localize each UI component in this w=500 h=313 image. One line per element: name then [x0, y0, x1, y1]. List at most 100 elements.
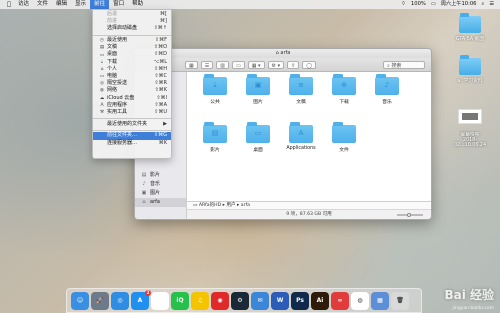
- apple-icon[interactable]: : [4, 1, 14, 8]
- shortcut-label: ⇧⌘C: [154, 73, 167, 79]
- go-menu-item-label: 应用程序: [107, 101, 128, 108]
- slider-knob[interactable]: [407, 212, 411, 217]
- go-menu-item[interactable]: 前往文件夹… ⇧⌘G: [93, 132, 171, 140]
- go-menu-item[interactable]: ⇣ 下载 ⌥⌘L: [93, 59, 171, 66]
- dock-photoshop-icon[interactable]: Ps: [291, 291, 309, 310]
- go-menu-item[interactable]: 最近使用的文件夹 ▶: [93, 121, 171, 128]
- menu-view[interactable]: 显示: [71, 0, 90, 9]
- go-menu-item-label: 选择启动磁盘: [107, 25, 138, 32]
- dock-iqiyi-icon[interactable]: iQ: [171, 291, 189, 310]
- folder-item-desktop[interactable]: ▭ 桌面: [238, 122, 278, 153]
- go-menu-item[interactable]: ▤ 文稿 ⇧⌘O: [93, 44, 171, 51]
- folder-icon: ⊕: [332, 74, 356, 95]
- go-menu-item[interactable]: ▭ 桌面 ⇧⌘D: [93, 51, 171, 58]
- gallery-view-button[interactable]: ▭: [231, 60, 245, 69]
- clock[interactable]: 周六上午10:06: [441, 0, 477, 9]
- folder-icon: ▤: [203, 122, 227, 143]
- dock-trash-icon[interactable]: 🗑: [391, 291, 409, 310]
- shortcut-label: ⌘K: [158, 139, 167, 146]
- battery-percent[interactable]: 100%: [411, 0, 426, 9]
- go-menu-item[interactable]: ▭ 电脑 ⇧⌘C: [93, 73, 171, 80]
- folder-label: 下载: [339, 100, 349, 105]
- wifi-icon[interactable]: ⌔: [401, 0, 406, 9]
- screenshot-thumbnail-icon: [458, 109, 482, 124]
- dock-word-icon[interactable]: W: [271, 291, 289, 310]
- icon-view-button[interactable]: ▦: [185, 60, 198, 69]
- menu-edit[interactable]: 编辑: [52, 0, 71, 9]
- go-menu-item-label: 连接服务器…: [107, 139, 138, 146]
- shortcut-label: ⇧⌘F: [154, 37, 167, 44]
- folder-item-files[interactable]: 文件: [324, 122, 364, 153]
- dock-launchpad-icon[interactable]: 🚀: [91, 291, 109, 310]
- folder-label: 音乐: [382, 100, 392, 105]
- computer-icon: ▭: [99, 74, 105, 80]
- blank-icon: [99, 122, 105, 127]
- dock-app-store-icon[interactable]: A: [131, 289, 151, 310]
- folder-item-documents[interactable]: ≡ 文稿: [281, 74, 321, 105]
- go-menu-item[interactable]: ◍ 网络 ⇧⌘K: [93, 87, 171, 94]
- search-field[interactable]: ⌕ 搜索: [383, 60, 425, 69]
- icon-size-slider[interactable]: [397, 212, 423, 217]
- sidebar-item[interactable]: [135, 162, 186, 171]
- tag-button[interactable]: ◯: [302, 60, 316, 69]
- go-menu-item[interactable]: ⚒ 实用工具 ⇧⌘U: [93, 109, 171, 116]
- path-bar[interactable]: ▭ ARfa的HD ▸ 用户 ▸ arfa: [187, 201, 431, 209]
- music-icon: ♪: [142, 181, 146, 187]
- dock-calendar-icon[interactable]: [151, 291, 169, 310]
- go-menu-item[interactable]: 选择启动磁盘 ⇧⌘↑: [93, 25, 171, 32]
- desktop-item-gta[interactable]: GTA 5A 截图: [450, 13, 490, 42]
- watermark-url: jingyan.baidu.com: [452, 306, 494, 311]
- go-menu-item[interactable]: ☁ iCloud 云盘 ⇧⌘I: [93, 95, 171, 102]
- folder-icon: ▣: [246, 74, 270, 95]
- dock-netease-music-icon[interactable]: ◉: [211, 291, 229, 310]
- menu-go[interactable]: 前往: [90, 0, 110, 9]
- dock-creative-cloud-icon[interactable]: ∞: [331, 291, 349, 310]
- action-button[interactable]: ⚙ ▾: [267, 60, 285, 69]
- sidebar-item-pictures[interactable]: ▣ 图片: [135, 189, 186, 198]
- share-button[interactable]: ⇪: [287, 60, 300, 69]
- dock-qq-music-icon[interactable]: ♫: [191, 291, 209, 310]
- search-icon[interactable]: ⌕: [481, 0, 484, 9]
- dock-finder-icon[interactable]: ☺: [71, 291, 89, 310]
- dock-illustrator-icon[interactable]: Ai: [311, 291, 329, 310]
- go-menu-item[interactable]: ◎ 隔空投送 ⇧⌘R: [93, 80, 171, 87]
- dock-steam-icon[interactable]: ⚙: [231, 291, 249, 310]
- menu-help[interactable]: 帮助: [128, 0, 147, 9]
- dock-preview-icon[interactable]: ▦: [371, 291, 389, 310]
- dock-mail-icon[interactable]: ✉: [251, 291, 269, 310]
- folder-item-pictures[interactable]: ▣ 图片: [238, 74, 278, 105]
- sidebar-item-home[interactable]: ⌂ arfa: [135, 198, 186, 207]
- list-view-button[interactable]: ☰: [200, 60, 214, 69]
- sidebar-item-music[interactable]: ♪ 音乐: [135, 180, 186, 189]
- menu-finder[interactable]: 访达: [14, 0, 33, 9]
- menu-separator: [93, 118, 171, 119]
- folder-item-downloads[interactable]: ⊕ 下载: [324, 74, 364, 105]
- menu-file[interactable]: 文件: [33, 0, 52, 9]
- go-menu-item[interactable]: ◷ 最近使用 ⇧⌘F: [93, 37, 171, 44]
- folder-item-applications[interactable]: A Applications: [281, 122, 321, 151]
- blank-icon: [99, 12, 105, 17]
- folder-item-public[interactable]: ⇣ 公共: [195, 74, 235, 105]
- folder-icon: ⇣: [203, 74, 227, 95]
- menu-bar:  访达 文件 编辑 显示 前往 窗口 帮助 ⌔ 100% ▭ 周六上午10:0…: [0, 0, 500, 9]
- shortcut-label: ⇧⌘D: [153, 51, 167, 58]
- folder-item-music[interactable]: ♪ 音乐: [367, 74, 407, 105]
- tools-icon: ⚒: [99, 110, 105, 116]
- column-view-button[interactable]: ▥: [216, 60, 229, 69]
- dock-chrome-icon[interactable]: ◍: [351, 291, 369, 310]
- go-menu-item[interactable]: 连接服务器… ⌘K: [93, 140, 171, 147]
- finder-toolbar: ▦ ☰ ▥ ▭ ▦ ▾ ⚙ ▾ ⇪ ◯ ⌕ 搜索: [135, 58, 431, 72]
- group-button[interactable]: ▦ ▾: [247, 60, 265, 69]
- desktop-item-screenshot[interactable]: 屏幕快照 2018-02...10.06.24: [450, 104, 490, 153]
- menu-list-icon[interactable]: ☰: [489, 0, 494, 9]
- shortcut-label: ⇧⌘I: [156, 94, 167, 101]
- menu-window[interactable]: 窗口: [109, 0, 128, 9]
- go-menu-item[interactable]: A 应用程序 ⇧⌘A: [93, 102, 171, 109]
- sidebar-item-movies[interactable]: ▤ 影片: [135, 171, 186, 180]
- battery-icon[interactable]: ▭: [431, 0, 436, 9]
- dock-safari-icon[interactable]: ◎: [111, 291, 129, 310]
- go-menu-item[interactable]: ⌂ 个人 ⇧⌘H: [93, 66, 171, 73]
- folder-item-movies[interactable]: ▤ 影片: [195, 122, 235, 153]
- desktop-item-study[interactable]: a. 学习资料: [450, 55, 490, 84]
- folder-label: 影片: [210, 148, 220, 153]
